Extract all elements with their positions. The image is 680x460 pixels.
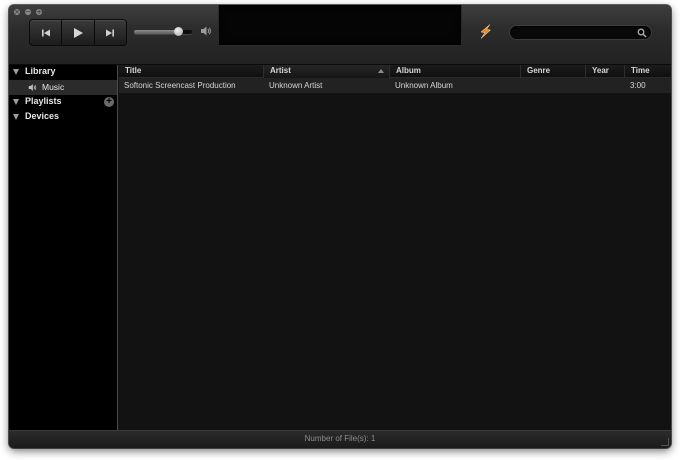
skip-back-icon (41, 29, 50, 36)
skip-forward-icon (106, 29, 115, 36)
column-header-title[interactable]: Title (119, 65, 264, 78)
now-playing-display (218, 5, 462, 46)
track-list: Title Artist Album Genre Year Time Softo… (119, 65, 671, 430)
window-controls: × − + (13, 8, 43, 16)
cell-time: 3:00 (630, 81, 646, 90)
close-button[interactable]: × (13, 8, 21, 16)
column-header-album[interactable]: Album (390, 65, 521, 78)
column-header-genre[interactable]: Genre (521, 65, 586, 78)
search-icon[interactable] (637, 28, 647, 38)
sidebar-section-label: Playlists (25, 96, 62, 106)
minimize-button[interactable]: − (24, 8, 32, 16)
transport-controls (29, 19, 127, 46)
disclosure-triangle-icon[interactable] (13, 99, 19, 105)
volume-fill (134, 30, 178, 34)
sidebar-item-label: Music (42, 82, 65, 92)
sidebar-section-library[interactable]: Library (9, 65, 117, 80)
sidebar-section-label: Devices (25, 111, 60, 121)
sidebar-item-music[interactable]: Music (9, 80, 117, 95)
table-header: Title Artist Album Genre Year Time (119, 65, 671, 78)
volume-track[interactable] (134, 30, 192, 34)
sort-ascending-icon (378, 69, 384, 73)
previous-button[interactable] (30, 20, 63, 45)
cell-year (586, 78, 625, 93)
sidebar: Library Music Playlists + Devices (9, 65, 118, 430)
disclosure-triangle-icon[interactable] (13, 69, 19, 75)
column-header-artist[interactable]: Artist (264, 65, 390, 78)
cell-genre (521, 78, 586, 93)
column-header-year[interactable]: Year (586, 65, 625, 78)
sidebar-section-playlists[interactable]: Playlists + (9, 95, 117, 110)
speaker-icon[interactable] (200, 25, 212, 37)
add-playlist-icon[interactable]: + (104, 97, 114, 107)
table-row[interactable]: Softonic Screencast Production Unknown A… (119, 78, 671, 93)
speaker-icon (28, 84, 37, 91)
player-window: × − + Library Music Playlists + Devices … (9, 5, 671, 448)
sidebar-section-label: Library (25, 66, 56, 76)
column-header-time[interactable]: Time (625, 65, 671, 78)
cell-album: Unknown Album (395, 81, 453, 90)
column-header-label: Artist (270, 66, 291, 75)
volume-slider[interactable] (134, 26, 194, 38)
resize-grip[interactable] (661, 438, 669, 446)
search-field[interactable] (509, 25, 652, 40)
sidebar-section-devices[interactable]: Devices (9, 110, 117, 125)
lightning-bolt-icon[interactable] (479, 24, 492, 39)
status-bar: Number of File(s): 1 (9, 430, 671, 448)
play-button[interactable] (62, 20, 95, 45)
play-icon (73, 27, 83, 38)
volume-knob[interactable] (173, 27, 183, 36)
disclosure-triangle-icon[interactable] (13, 114, 19, 120)
cell-title: Softonic Screencast Production (124, 81, 236, 90)
next-button[interactable] (95, 20, 126, 45)
search-input[interactable] (518, 27, 636, 39)
cell-artist: Unknown Artist (269, 81, 323, 90)
file-count-text: Number of File(s): 1 (304, 434, 376, 443)
toolbar: × − + (9, 5, 671, 65)
zoom-button[interactable]: + (35, 8, 43, 16)
